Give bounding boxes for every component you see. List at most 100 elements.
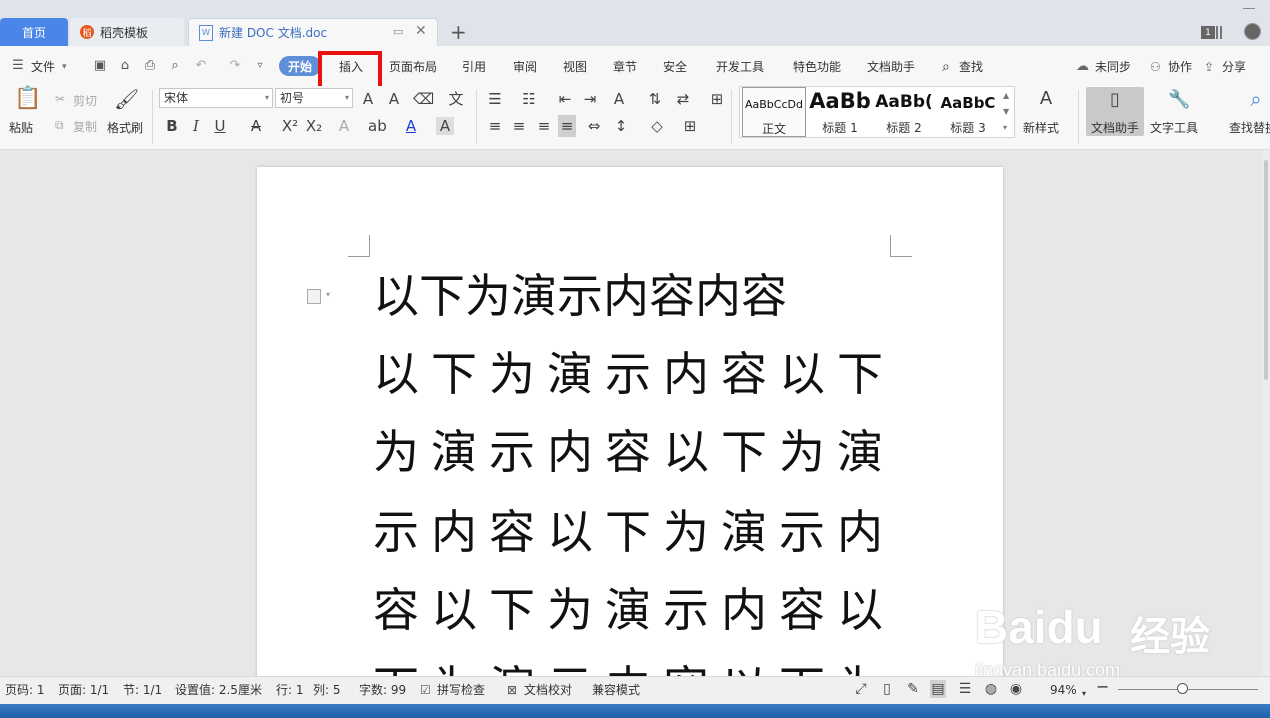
doc-line-3[interactable]: 为演示内容以下为演 [373, 424, 895, 480]
shading-icon[interactable]: ◇ [648, 117, 666, 135]
chevron-down-icon[interactable]: ▾ [62, 58, 67, 76]
menu-file[interactable]: 文件 [31, 58, 55, 76]
status-proofread[interactable]: 文档校对 [524, 682, 572, 698]
highlight-icon[interactable]: ab [368, 117, 387, 135]
print-preview-icon[interactable]: ⌕ [167, 58, 183, 74]
menu-doc-assistant[interactable]: 文档助手 [867, 58, 915, 76]
avatar[interactable] [1244, 23, 1261, 40]
doc-line-4[interactable]: 示内容以下为演示内 [373, 504, 895, 560]
clear-format-icon[interactable]: ⌫ [413, 90, 434, 108]
doc-line-1[interactable]: 以下为演示内容内容 [373, 268, 787, 324]
read-mode-icon[interactable]: ▯ [879, 680, 895, 698]
doc-line-2[interactable]: 以下为演示内容以下 [373, 346, 895, 402]
status-word-count[interactable]: 字数: 99 [359, 682, 406, 698]
char-shading-icon[interactable]: A [436, 117, 454, 135]
zoom-slider-handle[interactable] [1177, 683, 1188, 694]
format-painter-icon[interactable]: 🖌 [114, 89, 139, 109]
new-style-icon[interactable]: A [1034, 90, 1058, 108]
table-grid-icon[interactable]: ⊞ [708, 90, 726, 108]
menu-view[interactable]: 视图 [563, 58, 587, 76]
style-heading-1[interactable]: AaBb 标题 1 [808, 87, 872, 137]
menu-start[interactable]: 开始 [279, 56, 321, 76]
gallery-more-icon[interactable]: ▾ [1003, 123, 1007, 132]
zoom-out-icon[interactable]: − [1096, 679, 1109, 695]
float-window-icon[interactable]: ▭ [393, 25, 403, 38]
font-size-select[interactable]: 初号 ▾ [275, 88, 353, 108]
search-icon[interactable]: ⌕ [942, 58, 950, 76]
doc-line-5[interactable]: 容以下为演示内容以 [373, 582, 895, 638]
page-view-icon[interactable]: ▤ [930, 680, 946, 698]
font-name-select[interactable]: 宋体 ▾ [159, 88, 273, 108]
customize-qa-icon[interactable]: ▿ [252, 58, 268, 74]
grow-font-icon[interactable]: A [359, 90, 377, 108]
status-row[interactable]: 行: 1 [276, 682, 304, 698]
text-direction-icon[interactable]: A [610, 90, 628, 108]
status-col[interactable]: 列: 5 [313, 682, 341, 698]
font-color-icon[interactable]: A [402, 117, 420, 135]
style-heading-2[interactable]: AaBb( 标题 2 [872, 87, 936, 137]
status-section[interactable]: 节: 1/1 [123, 682, 162, 698]
menu-security[interactable]: 安全 [663, 58, 687, 76]
justify-icon[interactable]: ≡ [558, 115, 576, 137]
wrench-icon[interactable]: 🔧 [1168, 91, 1190, 109]
cut-button[interactable]: 剪切 [73, 92, 97, 109]
decrease-indent-icon[interactable]: ⇤ [556, 90, 574, 108]
scrollbar-thumb[interactable] [1264, 160, 1268, 380]
menu-chapter[interactable]: 章节 [613, 58, 637, 76]
bold-icon[interactable]: B [163, 117, 181, 135]
print-icon[interactable]: ⎙ [142, 58, 158, 74]
fullscreen-icon[interactable]: ⤢ [853, 680, 869, 698]
format-painter-qa-icon[interactable]: ⌂ [117, 58, 133, 74]
style-normal[interactable]: AaBbCcDd 正文 [742, 87, 806, 137]
align-left-icon[interactable]: ≡ [486, 117, 504, 135]
share-button[interactable]: 分享 [1222, 58, 1246, 76]
underline-icon[interactable]: U [211, 117, 229, 135]
sort-icon[interactable]: ⇅ [646, 90, 664, 108]
shrink-font-icon[interactable]: A [385, 90, 403, 108]
menu-references[interactable]: 引用 [462, 58, 486, 76]
new-style-button[interactable]: 新样式 [1023, 119, 1059, 136]
menu-developer[interactable]: 开发工具 [716, 58, 764, 76]
menu-page-layout[interactable]: 页面布局 [389, 58, 437, 76]
superscript-icon[interactable]: X² [281, 117, 299, 135]
show-marks-icon[interactable]: ⇄ [674, 90, 692, 108]
doc-line-6[interactable]: 下为演示内容以下为 [373, 660, 895, 676]
redo-icon[interactable]: ↷ [227, 58, 243, 74]
zoom-level[interactable]: 94% [1050, 682, 1077, 698]
find-replace-button[interactable]: 查找替换 [1229, 119, 1270, 136]
phonetic-guide-icon[interactable]: 文 [443, 90, 469, 108]
paragraph-handle-icon[interactable] [307, 289, 321, 304]
collab-button[interactable]: 协作 [1168, 58, 1192, 76]
status-page-no[interactable]: 页码: 1 [5, 682, 45, 698]
subscript-icon[interactable]: X₂ [305, 117, 323, 135]
menu-review[interactable]: 审阅 [513, 58, 537, 76]
menu-features[interactable]: 特色功能 [793, 58, 841, 76]
paste-button[interactable]: 粘贴 [9, 119, 33, 136]
increase-indent-icon[interactable]: ⇥ [581, 90, 599, 108]
italic-icon[interactable]: I [187, 117, 205, 135]
minimize-icon[interactable] [1243, 8, 1255, 9]
status-setting[interactable]: 设置值: 2.5厘米 [175, 682, 262, 698]
borders-icon[interactable]: ⊞ [681, 117, 699, 135]
style-heading-3[interactable]: AaBbC 标题 3 [936, 87, 1000, 137]
undo-icon[interactable]: ↶ [193, 58, 209, 74]
tab-document[interactable]: W 新建 DOC 文档.doc ▭ ✕ [188, 18, 438, 46]
eye-protect-icon[interactable]: ◉ [1008, 680, 1024, 698]
line-spacing-icon[interactable]: ↕ [612, 117, 630, 135]
gallery-down-icon[interactable]: ▼ [1003, 107, 1009, 116]
new-tab-icon[interactable]: + [450, 20, 467, 44]
window-count-badge[interactable]: 1 [1201, 26, 1215, 39]
hamburger-icon[interactable]: ☰ [10, 58, 26, 74]
chevron-down-icon[interactable]: ▾ [326, 290, 330, 299]
strikethrough-icon[interactable]: A [247, 117, 265, 135]
tab-template[interactable]: 稻 稻壳模板 [70, 18, 184, 46]
bullets-icon[interactable]: ☰ [486, 90, 504, 108]
text-effect-icon[interactable]: A [335, 117, 353, 135]
copy-button[interactable]: 复制 [73, 118, 97, 135]
status-spellcheck[interactable]: 拼写检查 [437, 682, 485, 698]
distribute-icon[interactable]: ⇔ [585, 117, 603, 135]
numbering-icon[interactable]: ☷ [520, 90, 538, 108]
gallery-up-icon[interactable]: ▲ [1003, 91, 1009, 100]
pen-icon[interactable]: ✎ [905, 680, 921, 698]
align-center-icon[interactable]: ≡ [510, 117, 528, 135]
